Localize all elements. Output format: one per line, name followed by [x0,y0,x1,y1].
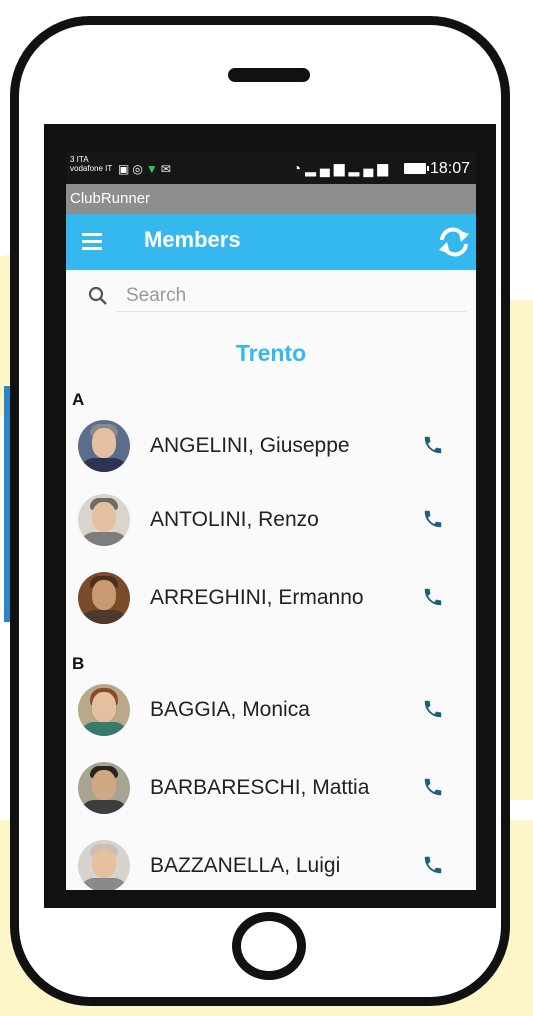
search-input[interactable] [116,280,466,312]
refresh-icon[interactable] [436,226,472,258]
member-row[interactable]: ANTOLINI, Renzo [66,486,476,564]
section-header-b: B [72,654,85,673]
phone-icon[interactable] [422,854,444,876]
carrier-line-1: 3 ITA [70,155,89,164]
mail-icon: ✉ [160,162,174,176]
member-name: ANTOLINI, Renzo [150,508,319,531]
sim-icon: ▣ [118,162,133,176]
member-row[interactable]: ARREGHINI, Ermanno [66,564,476,642]
member-name: BARBARESCHI, Mattia [150,776,370,799]
carrier-line-2: vodafone IT [70,164,113,173]
carrier-info: 3 ITA vodafone IT [70,155,112,173]
phone-icon[interactable] [422,698,444,720]
status-bar: 3 ITA vodafone IT ▣◎▼✉ ◔▂▄▆▂▄▆ 18:07 [66,152,476,184]
member-row[interactable]: ANGELINI, Giuseppe [66,412,476,486]
notification-icons: ▣◎▼✉ [118,162,174,176]
phone-icon[interactable] [422,434,444,456]
status-time: 18:07 [429,160,470,177]
phone-icon[interactable] [422,508,444,530]
member-row[interactable]: BAGGIA, Monica [66,676,476,754]
page-title: Members [144,227,241,252]
search-bar [66,270,476,320]
member-name: ANGELINI, Giuseppe [150,434,350,457]
search-icon [88,286,107,305]
home-button[interactable] [232,912,306,980]
toolbar: Members [66,214,476,270]
app-screen: 3 ITA vodafone IT ▣◎▼✉ ◔▂▄▆▂▄▆ 18:07 Clu… [66,152,476,890]
club-name: Trento [235,340,307,366]
whatsapp-icon: ◎ [132,162,146,176]
battery-icon [404,163,429,174]
app-title-bar: ClubRunner [66,184,476,214]
avatar [78,684,130,736]
download-icon: ▼ [145,162,161,176]
member-name: ARREGHINI, Ermanno [150,586,364,609]
member-name: BAZZANELLA, Luigi [150,854,341,877]
signal-icons: ◔▂▄▆▂▄▆ [293,160,392,177]
member-name: BAGGIA, Monica [150,698,310,721]
section-header-a: A [72,390,85,409]
phone-icon[interactable] [422,776,444,798]
signal-icon: ▂▄▆ [348,160,392,176]
avatar [78,840,130,890]
avatar [78,762,130,814]
avatar [78,420,130,472]
phone-icon[interactable] [422,586,444,608]
phone-speaker [228,68,310,82]
avatar [78,494,130,546]
avatar [78,572,130,624]
menu-icon[interactable] [82,233,102,250]
member-row[interactable]: BAZZANELLA, Luigi [66,832,476,890]
member-row[interactable]: BARBARESCHI, Mattia [66,754,476,832]
wifi-icon: ◔ [292,160,306,176]
signal-icon: ▂▄▆ [305,160,349,176]
